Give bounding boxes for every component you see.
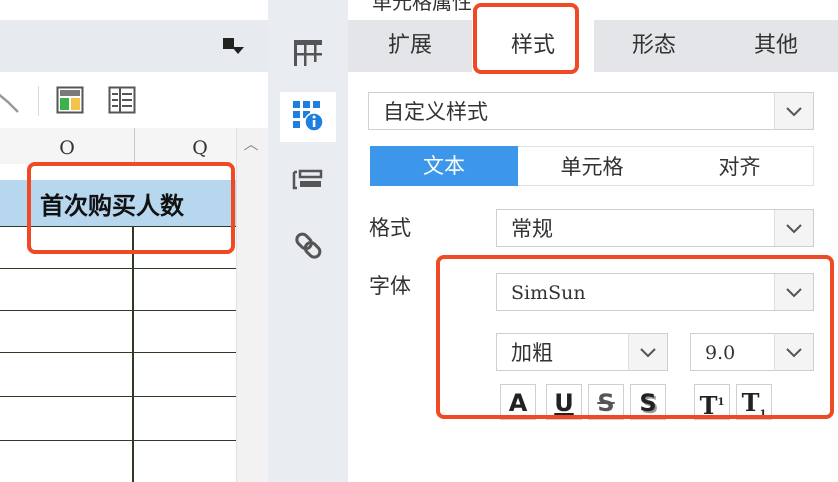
designer-titlebar bbox=[0, 0, 268, 20]
toolbar-divider bbox=[38, 86, 39, 116]
column-header-o[interactable]: O bbox=[0, 128, 134, 164]
insert-table-icon[interactable] bbox=[56, 86, 84, 114]
vertical-scrollbar[interactable] bbox=[236, 128, 269, 482]
chevron-down-icon[interactable] bbox=[774, 93, 813, 129]
subtab-cell[interactable]: 单元格 bbox=[518, 146, 666, 186]
grid-line bbox=[0, 396, 236, 397]
widget-settings-icon[interactable] bbox=[290, 162, 326, 198]
cell-properties-icon[interactable] bbox=[290, 97, 326, 133]
grid-column-line bbox=[132, 226, 134, 482]
link-icon[interactable] bbox=[290, 228, 326, 264]
subtab-text[interactable]: 文本 bbox=[370, 146, 518, 186]
highlight-font-settings bbox=[436, 255, 834, 419]
highlight-header-cell bbox=[27, 162, 235, 254]
grid-layout-icon[interactable] bbox=[290, 34, 326, 70]
style-select-value: 自定义样式 bbox=[383, 100, 488, 124]
highlight-style-tab bbox=[473, 3, 579, 74]
tab-extend[interactable]: 扩展 bbox=[348, 20, 472, 72]
designer-header-bar bbox=[0, 20, 268, 72]
panel-title: 单元格属性 bbox=[372, 0, 472, 14]
tab-other[interactable]: 其他 bbox=[714, 20, 838, 72]
scroll-up-icon[interactable]: ︿ bbox=[240, 134, 262, 154]
font-label: 字体 bbox=[369, 274, 411, 298]
list-table-icon[interactable] bbox=[108, 86, 136, 114]
format-label: 格式 bbox=[369, 216, 411, 240]
tab-form[interactable]: 形态 bbox=[594, 20, 714, 72]
chart-line-icon[interactable] bbox=[0, 86, 22, 114]
grid-line bbox=[0, 352, 236, 353]
grid-line bbox=[0, 310, 236, 311]
format-select[interactable]: 常规 bbox=[496, 209, 814, 247]
dropdown-menu-icon[interactable] bbox=[221, 36, 245, 56]
chevron-down-icon[interactable] bbox=[774, 210, 813, 246]
style-select[interactable]: 自定义样式 bbox=[368, 92, 814, 130]
format-select-value: 常规 bbox=[511, 217, 553, 241]
subtab-align[interactable]: 对齐 bbox=[666, 146, 814, 186]
grid-line bbox=[0, 440, 236, 441]
grid-line bbox=[0, 268, 236, 269]
